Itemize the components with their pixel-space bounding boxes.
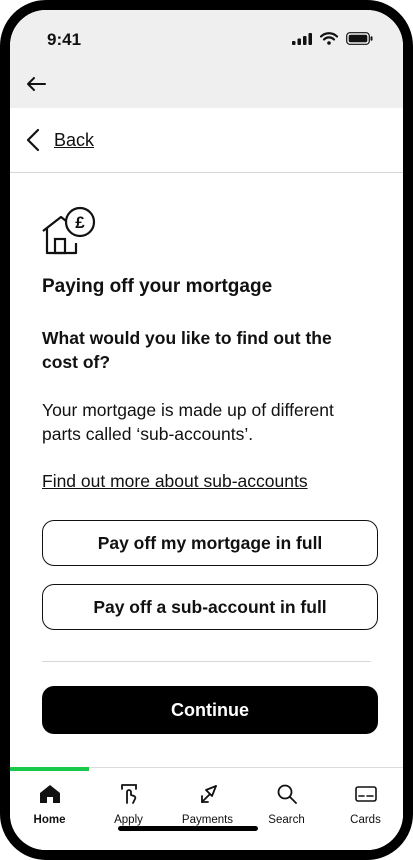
tab-apply[interactable]: Apply <box>89 780 168 826</box>
content: Back £ Paying off your mortgage What wou… <box>10 108 403 850</box>
tab-label: Cards <box>350 814 381 826</box>
divider <box>42 661 371 662</box>
back-row: Back <box>10 108 403 173</box>
svg-text:£: £ <box>75 213 85 232</box>
tab-search[interactable]: Search <box>247 780 326 826</box>
home-icon <box>39 785 60 803</box>
tab-home[interactable]: Home <box>10 780 89 826</box>
page-title: Paying off your mortgage <box>42 276 273 297</box>
option-pay-off-sub-account-button[interactable]: Pay off a sub-account in full <box>42 584 378 630</box>
continue-button[interactable]: Continue <box>42 686 378 734</box>
question-text: What would you like to find out the cost… <box>42 328 332 372</box>
status-icons <box>292 32 373 45</box>
option-pay-off-mortgage-button[interactable]: Pay off my mortgage in full <box>42 520 378 566</box>
status-time: 9:41 <box>47 30 82 49</box>
house-pound-icon: £ <box>42 206 96 255</box>
tab-cards[interactable]: Cards <box>326 780 403 826</box>
status-bar: 9:41 <box>10 10 403 108</box>
card-icon <box>354 786 377 802</box>
search-icon <box>277 784 297 804</box>
tab-label: Apply <box>114 814 143 826</box>
chevron-left-icon[interactable] <box>26 128 40 152</box>
tab-label: Search <box>268 814 305 826</box>
signal-icon <box>292 32 312 45</box>
tab-label: Home <box>33 814 66 826</box>
battery-icon <box>346 32 373 45</box>
phone-frame: 9:41 Back £ Paying off your mortgage Wha… <box>0 0 413 860</box>
wifi-icon <box>320 32 338 45</box>
tab-bar: Home Apply Payments Search Cards <box>10 767 403 850</box>
home-indicator <box>118 826 258 831</box>
tab-label: Payments <box>181 814 234 826</box>
sub-accounts-info-link[interactable]: Find out more about sub-accounts <box>42 471 308 492</box>
tab-payments[interactable]: Payments <box>168 780 247 826</box>
description-text: Your mortgage is made up of different pa… <box>42 400 334 444</box>
active-tab-indicator <box>10 767 89 771</box>
apply-icon <box>120 784 137 804</box>
payments-icon <box>200 785 217 803</box>
arrow-left-icon[interactable] <box>26 76 46 92</box>
back-link[interactable]: Back <box>54 130 94 151</box>
